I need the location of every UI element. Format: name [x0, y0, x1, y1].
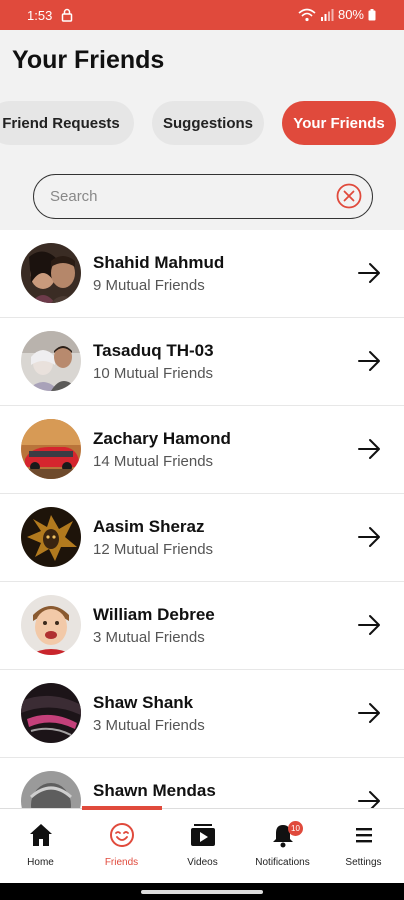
- arrow-right-icon[interactable]: [357, 349, 383, 373]
- avatar: [21, 683, 81, 743]
- friend-row[interactable]: William Debree 3 Mutual Friends: [0, 582, 404, 670]
- avatar: [21, 595, 81, 655]
- clear-search-icon[interactable]: [336, 183, 362, 209]
- battery-icon: [368, 8, 376, 20]
- system-gesture-bar: [0, 883, 404, 900]
- status-indicators: 80%: [298, 7, 376, 22]
- arrow-right-icon[interactable]: [357, 261, 383, 285]
- avatar: [21, 419, 81, 479]
- bottom-navigation: Home Friends Videos 10 Notifications Set…: [0, 806, 404, 884]
- tab-bar: Friend Requests Suggestions Your Friends: [0, 90, 404, 160]
- mutual-friends-count: 10 Mutual Friends: [93, 365, 214, 382]
- friends-list: Shahid Mahmud 9 Mutual Friends Tasaduq T…: [0, 230, 404, 808]
- nav-label: Notifications: [255, 857, 310, 868]
- friend-name: Zachary Hamond: [93, 429, 231, 448]
- home-gesture-handle[interactable]: [141, 890, 263, 894]
- arrow-right-icon[interactable]: [357, 789, 383, 808]
- friend-row[interactable]: Shaw Shank 3 Mutual Friends: [0, 670, 404, 758]
- wifi-icon: [298, 8, 316, 21]
- nav-label: Home: [27, 857, 54, 868]
- search-box: [33, 174, 373, 219]
- status-time: 1:53: [27, 8, 53, 23]
- friend-row[interactable]: Tasaduq TH-03 10 Mutual Friends: [0, 318, 404, 406]
- avatar: [21, 331, 81, 391]
- mutual-friends-count: 14 Mutual Friends: [93, 453, 214, 470]
- home-icon: [30, 824, 52, 846]
- friend-name: Shawn Mendas: [93, 781, 216, 800]
- nav-label: Videos: [187, 857, 218, 868]
- search-area: [0, 160, 404, 230]
- mutual-friends-count: 12 Mutual Friends: [93, 541, 214, 558]
- friend-row[interactable]: Shawn Mendas: [0, 758, 404, 808]
- nav-friends[interactable]: Friends: [81, 809, 162, 884]
- nav-notifications[interactable]: 10 Notifications: [242, 809, 323, 884]
- videos-icon: [191, 824, 215, 846]
- page-title: Your Friends: [12, 46, 165, 74]
- status-bar: 1:53 80%: [0, 0, 404, 30]
- nav-label: Settings: [345, 857, 382, 868]
- tab-suggestions[interactable]: Suggestions: [152, 101, 264, 145]
- friend-name: Shahid Mahmud: [93, 253, 225, 272]
- arrow-right-icon[interactable]: [357, 613, 383, 637]
- lock-icon: [61, 8, 73, 22]
- nav-videos[interactable]: Videos: [162, 809, 243, 884]
- battery-percent: 80%: [337, 7, 364, 22]
- friend-row[interactable]: Zachary Hamond 14 Mutual Friends: [0, 406, 404, 494]
- mutual-friends-count: 3 Mutual Friends: [93, 629, 205, 646]
- friend-name: Shaw Shank: [93, 693, 194, 712]
- nav-label: Friends: [104, 857, 139, 868]
- friend-name: William Debree: [93, 605, 215, 624]
- arrow-right-icon[interactable]: [357, 525, 383, 549]
- friend-name: Tasaduq TH-03: [93, 341, 214, 360]
- friend-name: Aasim Sheraz: [93, 517, 205, 536]
- tab-your-friends[interactable]: Your Friends: [282, 101, 396, 145]
- nav-home[interactable]: Home: [0, 809, 81, 884]
- search-input[interactable]: [50, 175, 330, 217]
- notification-badge: 10: [288, 821, 303, 836]
- mutual-friends-count: 3 Mutual Friends: [93, 717, 205, 734]
- friends-icon: [110, 823, 134, 847]
- tab-friend-requests[interactable]: Friend Requests: [0, 101, 134, 145]
- friend-row[interactable]: Shahid Mahmud 9 Mutual Friends: [0, 230, 404, 318]
- arrow-right-icon[interactable]: [357, 437, 383, 461]
- nav-settings[interactable]: Settings: [323, 809, 404, 884]
- mutual-friends-count: 9 Mutual Friends: [93, 277, 205, 294]
- avatar: [21, 771, 81, 808]
- friend-row[interactable]: Aasim Sheraz 12 Mutual Friends: [0, 494, 404, 582]
- avatar: [21, 243, 81, 303]
- arrow-right-icon[interactable]: [357, 701, 383, 725]
- header: Your Friends: [0, 30, 404, 90]
- avatar: [21, 507, 81, 567]
- menu-icon: [356, 828, 372, 843]
- signal-icon: [320, 8, 334, 21]
